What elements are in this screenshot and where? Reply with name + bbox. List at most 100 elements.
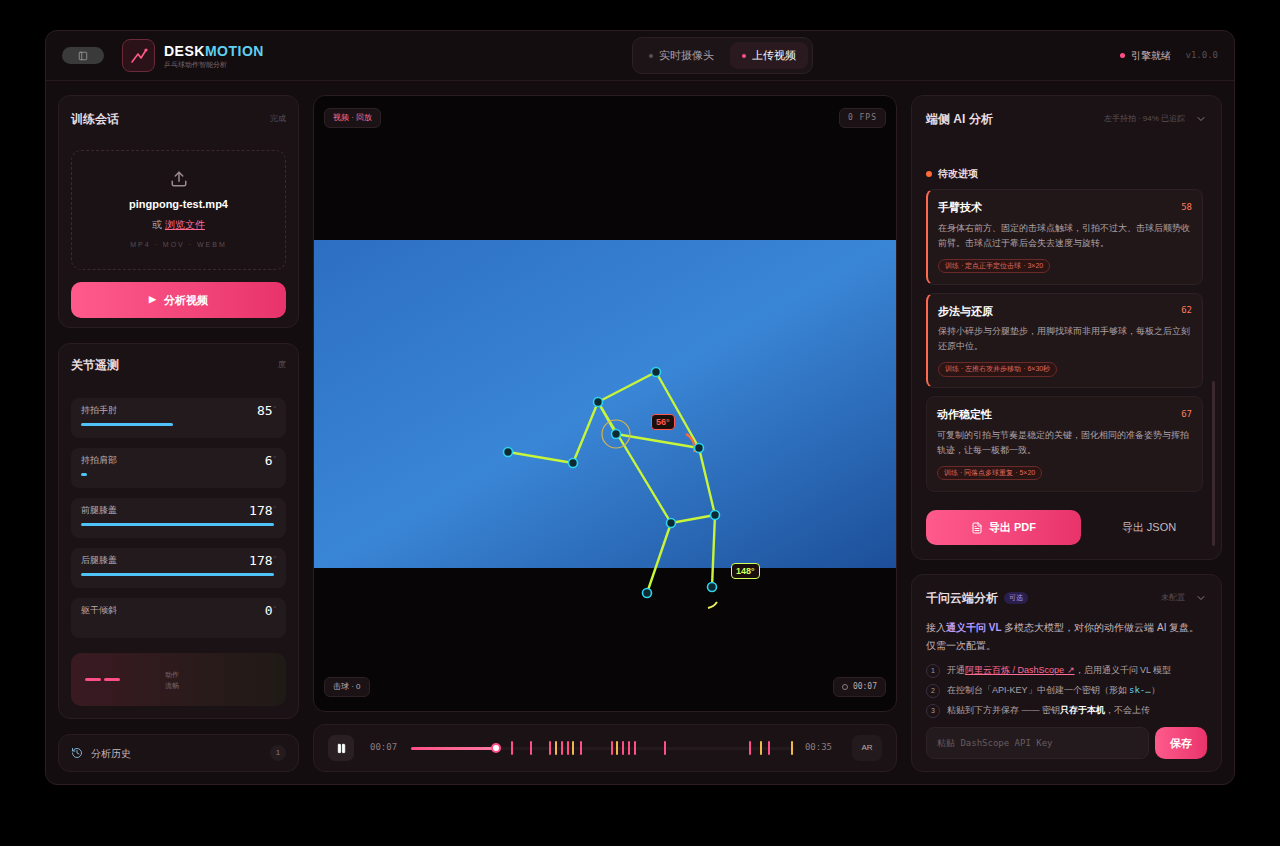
telemetry-list: 持拍手肘85°持拍肩部6°前腿膝盖178°后腿膝盖178°躯干倾斜0° — [71, 398, 286, 638]
level-track — [81, 573, 276, 576]
transport-bar: 00:07 00:35 AR — [313, 724, 897, 772]
step-text: 开通 — [947, 665, 965, 675]
card-title: 训练会话 — [71, 110, 119, 128]
card-title: 千问云端分析 — [926, 589, 998, 607]
browse-link[interactable]: 浏览文件 — [165, 219, 205, 230]
step-text: ，不会上传 — [1105, 705, 1150, 715]
telemetry-card: 关节遥测度持拍手肘85°持拍肩部6°前腿膝盖178°后腿膝盖178°躯干倾斜0°… — [58, 343, 299, 719]
hit-marker — [572, 741, 574, 755]
level-track — [81, 423, 276, 426]
play-pause-button[interactable] — [328, 735, 354, 761]
video-panel: 56°148°视频 · 回放0 FPS击球 · 000:07 — [313, 95, 897, 712]
step-text: 只存于本机 — [1060, 705, 1105, 715]
drill-tag: 训练 · 左推右攻并步移动 · 6×30秒 — [938, 362, 1057, 377]
level-fill — [81, 473, 87, 476]
hit-marker — [634, 741, 636, 755]
config-status: 未配置 — [1161, 592, 1185, 604]
setup-step: 3 粘贴到下方并保存 —— 密钥只存于本机，不会上传 — [926, 703, 1207, 719]
tab-dot — [649, 54, 653, 58]
item-score: 58 — [1181, 201, 1192, 215]
qwen-intro: 接入通义千问 VL 多模态大模型，对你的动作做云端 AI 复盘。仅需一次配置。 — [926, 619, 1207, 655]
telemetry-row: 后腿膝盖178° — [71, 548, 286, 588]
hit-marker — [549, 741, 551, 755]
hit-marker — [561, 741, 563, 755]
mode-tabs: 实时摄像头上传视频 — [632, 37, 813, 74]
hit-marker — [768, 741, 770, 755]
step-text: 在控制台「API-KEY」中创建一个密钥（形如 — [947, 685, 1129, 695]
angle-label: 56° — [651, 414, 675, 430]
document-icon — [971, 522, 983, 534]
telemetry-row: 持拍手肘85° — [71, 398, 286, 438]
dashscope-link[interactable]: 阿里云百炼 / DashScope ↗ — [965, 665, 1075, 675]
unit-label: 度 — [278, 359, 286, 371]
ai-analysis-card: 端侧 AI 分析左手持拍 · 94% 已追踪待改进项手臂技术58在身体右前方、固… — [911, 95, 1222, 560]
mode-tab[interactable]: 实时摄像头 — [637, 42, 726, 69]
level-track — [81, 623, 276, 626]
level-fill — [81, 573, 274, 576]
duration: 00:35 — [805, 741, 832, 755]
dropzone[interactable]: pingpong-test.mp4或 浏览文件MP4 · MOV · WEBM — [71, 150, 286, 270]
timeline-knob[interactable] — [491, 743, 501, 753]
save-button[interactable]: 保存 — [1155, 727, 1207, 759]
step-text: ，启用通义千问 VL 模型 — [1075, 665, 1172, 675]
app-window: DESKMOTION乒乓球动作智能分析实时摄像头上传视频引擎就绪v1.0.0训练… — [45, 30, 1235, 785]
step-text: sk-… — [1129, 685, 1151, 695]
hit-marker — [628, 741, 630, 755]
left-column: 训练会话完成pingpong-test.mp4或 浏览文件MP4 · MOV ·… — [58, 95, 299, 772]
section-heading: 待改进项 — [926, 166, 1203, 181]
video-frame — [314, 240, 896, 568]
formats: MP4 · MOV · WEBM — [130, 240, 227, 251]
step-number: 3 — [926, 704, 940, 718]
improvement-item: 动作稳定性67可复制的引拍与节奏是稳定的关键，固化相同的准备姿势与挥拍轨迹，让每… — [926, 396, 1203, 492]
history-count: 1 — [270, 745, 286, 761]
hits-tag: 击球 · 0 — [324, 677, 370, 697]
level-fill — [81, 523, 274, 526]
timeline[interactable] — [411, 740, 795, 756]
step-text: 粘贴到下方并保存 —— 密钥 — [947, 705, 1060, 715]
step-number: 2 — [926, 684, 940, 698]
step-number: 1 — [926, 664, 940, 678]
engine-status: 引擎就绪 — [1120, 48, 1171, 63]
pause-icon — [336, 743, 347, 754]
history-icon — [71, 747, 83, 759]
drill-tag: 训练 · 同落点多球重复 · 5×20 — [937, 466, 1042, 481]
api-key-input[interactable] — [926, 727, 1149, 759]
item-score: 67 — [1181, 408, 1192, 422]
improvement-item: 手臂技术58在身体右前方、固定的击球点触球，引拍不过大、击球后顺势收前臂。击球点… — [926, 189, 1203, 285]
setup-step: 2 在控制台「API-KEY」中创建一个密钥（形如 sk-…） — [926, 683, 1207, 699]
logo-icon — [129, 46, 149, 66]
angle-label: 148° — [731, 563, 760, 579]
analyze-button[interactable]: ▶分析视频 — [71, 282, 286, 318]
level-track — [81, 473, 276, 476]
fps-tag: 0 FPS — [839, 108, 886, 128]
export-pdf-button[interactable]: 导出 PDF — [926, 510, 1081, 545]
workspace: 训练会话完成pingpong-test.mp4或 浏览文件MP4 · MOV ·… — [46, 81, 1234, 784]
chevron-icon[interactable] — [1195, 113, 1207, 125]
sidebar-toggle[interactable] — [62, 47, 104, 64]
hit-marker — [791, 741, 793, 755]
export-json-button[interactable]: 导出 JSON — [1091, 510, 1207, 545]
app-header: DESKMOTION乒乓球动作智能分析实时摄像头上传视频引擎就绪v1.0.0 — [46, 31, 1234, 81]
mode-tab[interactable]: 上传视频 — [730, 42, 808, 69]
ar-button[interactable]: AR — [852, 735, 882, 761]
right-column: 端侧 AI 分析左手持拍 · 94% 已追踪待改进项手臂技术58在身体右前方、固… — [911, 95, 1222, 772]
card-title: 关节遥测 — [71, 356, 119, 374]
hit-marker — [530, 741, 532, 755]
level-track — [81, 523, 276, 526]
source-tag: 视频 · 回放 — [324, 108, 381, 128]
history-button[interactable]: 分析历史1 — [58, 734, 299, 772]
hit-marker — [511, 741, 513, 755]
telemetry-row: 持拍肩部6° — [71, 448, 286, 488]
hit-marker — [567, 741, 569, 755]
scrollbar[interactable] — [1212, 381, 1215, 546]
telemetry-row: 躯干倾斜0° — [71, 598, 286, 638]
record-icon — [842, 684, 848, 690]
session-status: 完成 — [270, 113, 286, 125]
step-text: ） — [1151, 685, 1160, 695]
current-time: 00:07 — [370, 741, 397, 755]
motion-summary: 动作流畅 — [71, 653, 286, 706]
hit-marker — [555, 741, 557, 755]
chevron-icon[interactable] — [1195, 592, 1207, 604]
status-dot — [1120, 53, 1125, 58]
session-card: 训练会话完成pingpong-test.mp4或 浏览文件MP4 · MOV ·… — [58, 95, 299, 328]
